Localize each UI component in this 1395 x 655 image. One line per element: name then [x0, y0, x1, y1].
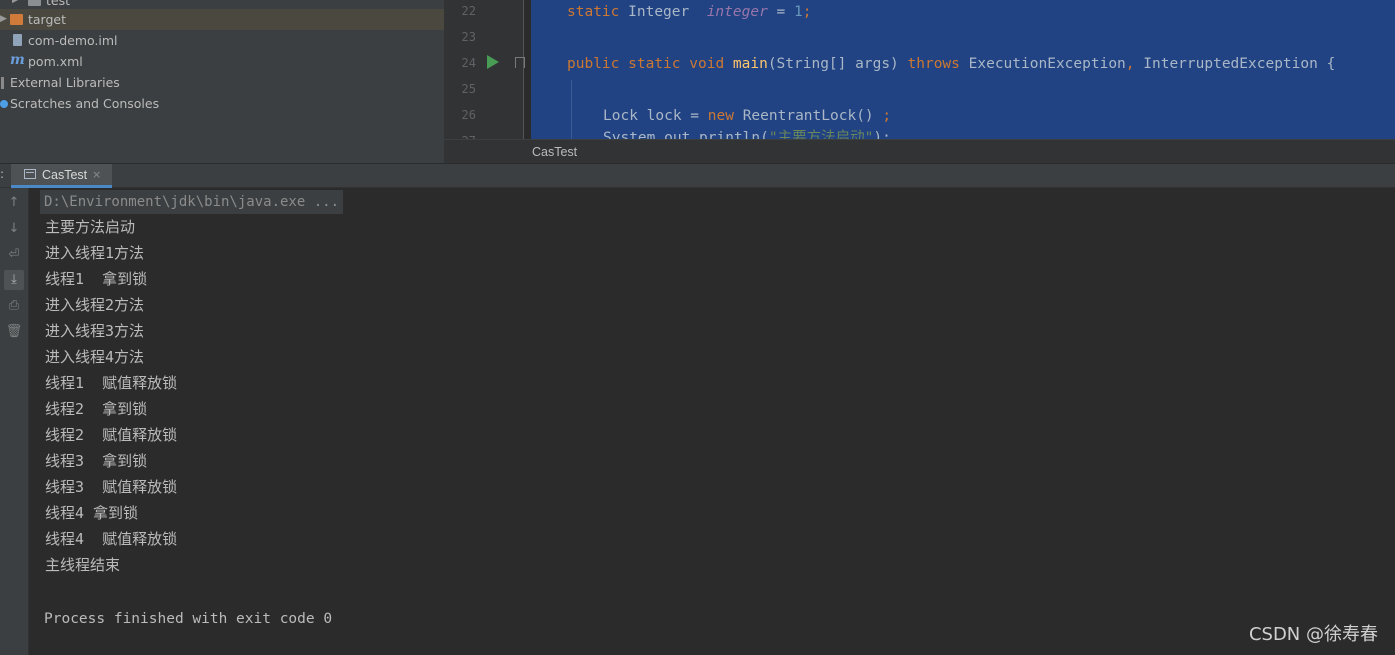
code-token: (String[] args) [767, 56, 908, 72]
code-token: integer [706, 4, 768, 20]
code-token: throws [907, 56, 960, 72]
libraries-icon [1, 77, 4, 89]
tree-item-external-libraries[interactable]: External Libraries [0, 72, 444, 93]
down-arrow-icon[interactable]: ↓ [4, 219, 24, 239]
output-line: 主要方法启动 [45, 218, 136, 236]
up-arrow-icon[interactable]: ↑ [4, 193, 24, 213]
line-number: 23 [461, 30, 476, 44]
code-area[interactable]: static Integer integer = 1; public stati… [531, 0, 1395, 139]
output-line: 线程3 拿到锁 [45, 452, 148, 470]
line-number: 24 [461, 56, 476, 70]
code-line-22: static Integer integer = 1; [567, 0, 811, 26]
code-token: static [567, 4, 620, 20]
breadcrumb-item-castest[interactable]: CasTest [532, 140, 577, 164]
code-token: = [767, 4, 795, 20]
line-number: 26 [461, 108, 476, 122]
code-token: , [1125, 56, 1135, 72]
output-line: 主线程结束 [45, 556, 121, 574]
run-tool-window-header: : CasTest × [0, 163, 1395, 188]
code-token: main [732, 56, 768, 72]
editor-gutter: 22 23 24 25 26 27 [444, 0, 525, 139]
code-token: ReentrantLock() [742, 108, 883, 124]
tab-castest[interactable]: CasTest × [11, 164, 112, 188]
code-token: Integer [628, 4, 690, 20]
tree-item-label: Scratches and Consoles [10, 96, 160, 111]
watermark: CSDN @徐寿春 [1248, 624, 1378, 645]
scratches-icon [0, 100, 8, 108]
code-line-27: System.out.println("主要方法启动"); [603, 126, 891, 139]
scroll-to-end-icon[interactable]: ⤓ [4, 270, 24, 290]
output-line: 线程2 赋值释放锁 [45, 426, 178, 444]
code-token: InterruptedException { [1143, 56, 1336, 72]
breadcrumb: CasTest [444, 139, 1395, 164]
tab-label: CasTest [42, 168, 88, 182]
maven-icon: m [10, 52, 25, 68]
expand-arrow-icon[interactable]: ▶ [0, 9, 7, 30]
tree-item-label: target [28, 12, 67, 27]
exit-code-message: Process finished with exit code 0 [44, 611, 333, 627]
soft-wrap-icon[interactable]: ⏎ [4, 245, 24, 265]
close-icon[interactable]: × [92, 164, 101, 186]
tree-item-label: pom.xml [28, 54, 83, 69]
code-token: ExecutionException [968, 56, 1126, 72]
code-token: static [628, 56, 681, 72]
tree-item-target[interactable]: ▶ target [0, 9, 444, 30]
header-colon: : [0, 167, 5, 181]
output-line: 线程4 拿到锁 [45, 504, 139, 522]
console-toolbar: ↑ ↓ ⏎ ⤓ ⎙ 🗑 [0, 188, 29, 655]
output-line: 线程1 拿到锁 [45, 270, 148, 288]
fold-marker-icon[interactable] [515, 57, 525, 68]
tree-item-label: External Libraries [10, 75, 120, 90]
console-output[interactable]: D:\Environment\jdk\bin\java.exe ... 主要方法… [29, 188, 1395, 655]
indent-guide [571, 80, 572, 139]
trash-icon[interactable]: 🗑 [4, 322, 24, 342]
output-line: 线程3 赋值释放锁 [45, 478, 178, 496]
tree-item-label: com-demo.iml [28, 33, 118, 48]
output-line: 线程4 赋值释放锁 [45, 530, 178, 548]
folder-icon [28, 0, 41, 6]
output-line: 进入线程4方法 [45, 348, 145, 366]
code-token: ; [882, 108, 892, 124]
code-token: ; [802, 4, 812, 20]
output-line: 线程1 赋值释放锁 [45, 374, 178, 392]
line-number: 25 [461, 82, 476, 96]
code-token: new [707, 108, 734, 124]
code-token: 1 [794, 4, 803, 20]
tree-item-scratches[interactable]: Scratches and Consoles [0, 93, 444, 114]
code-token: "主要方法启动" [768, 130, 874, 139]
output-line: 线程2 拿到锁 [45, 400, 148, 418]
print-icon[interactable]: ⎙ [4, 296, 24, 316]
command-line[interactable]: D:\Environment\jdk\bin\java.exe ... [40, 190, 344, 214]
code-editor[interactable]: 22 23 24 25 26 27 static Integer integer… [444, 0, 1395, 139]
output-line: 进入线程3方法 [45, 322, 145, 340]
output-line: 进入线程2方法 [45, 296, 145, 314]
code-token: Lock lock = [603, 108, 708, 124]
code-line-24: public static void main(String[] args) t… [567, 52, 1335, 78]
code-token: void [689, 56, 725, 72]
tree-item-com-demo-iml[interactable]: com-demo.iml [0, 30, 444, 51]
console-tab-icon [24, 169, 36, 179]
iml-file-icon [13, 34, 22, 46]
tree-item-pom-xml[interactable]: m pom.xml [0, 51, 444, 72]
line-number: 22 [461, 4, 476, 18]
run-gutter-icon[interactable] [487, 55, 499, 69]
folder-icon [10, 14, 23, 25]
project-tree-panel: ▶ test ▶ target com-demo.iml m pom.xml E… [0, 0, 444, 163]
code-token: ); [873, 130, 891, 139]
code-token: System.out.println( [603, 130, 769, 139]
output-line: 进入线程1方法 [45, 244, 145, 262]
code-token: public [567, 56, 620, 72]
